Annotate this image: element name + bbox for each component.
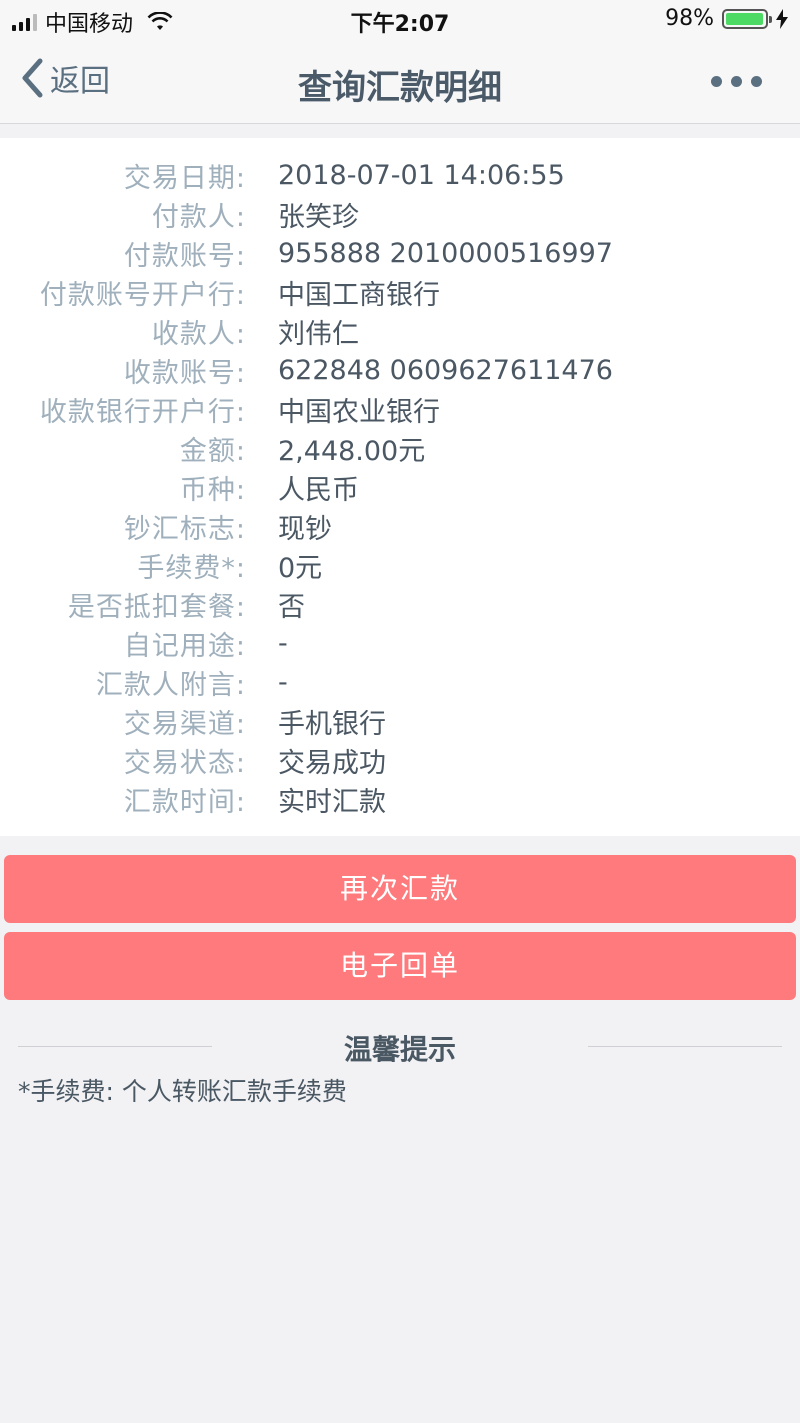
detail-value: 0元 <box>278 553 323 584</box>
remit-again-button[interactable]: 再次汇款 <box>4 855 796 923</box>
detail-value: 交易成功 <box>278 748 386 779</box>
detail-label: 交易渠道: <box>123 709 246 740</box>
detail-value: 张笑珍 <box>278 202 359 233</box>
detail-row: 收款人: 刘伟仁 <box>0 312 800 351</box>
tips-text: *手续费: 个人转账汇款手续费 <box>18 1077 347 1106</box>
detail-value: - <box>278 667 288 698</box>
navigation-bar: 返回 查询汇款明细 <box>0 40 800 124</box>
e-receipt-button[interactable]: 电子回单 <box>4 932 796 1000</box>
detail-value: 622848 0609627611476 <box>278 355 613 386</box>
battery-icon <box>722 8 772 29</box>
detail-value: 否 <box>278 592 305 623</box>
detail-row: 是否抵扣套餐: 否 <box>0 585 800 624</box>
more-dots-icon <box>711 76 722 87</box>
detail-label: 交易日期: <box>123 163 246 194</box>
detail-value: 人民币 <box>278 475 359 506</box>
charging-bolt-icon <box>776 8 788 29</box>
remittance-detail-card: 交易日期: 2018-07-01 14:06:55 付款人: 张笑珍 付款账号: 95… <box>0 138 800 836</box>
more-menu-button[interactable] <box>711 76 762 87</box>
status-right: 98% <box>665 6 788 31</box>
status-bar: 中国移动 下午2:07 98% <box>0 0 800 40</box>
detail-value: 中国农业银行 <box>278 397 440 428</box>
detail-row: 钞汇标志: 现钞 <box>0 507 800 546</box>
tips-title: 温馨提示 <box>343 1033 456 1066</box>
detail-label: 交易状态: <box>123 748 246 779</box>
detail-label: 汇款时间: <box>123 787 246 818</box>
detail-value: 中国工商银行 <box>278 280 440 311</box>
detail-label: 是否抵扣套餐: <box>67 592 246 623</box>
detail-row: 交易渠道: 手机银行 <box>0 702 800 741</box>
detail-value: 现钞 <box>278 514 332 545</box>
detail-row: 交易日期: 2018-07-01 14:06:55 <box>0 156 800 195</box>
detail-label: 钞汇标志: <box>123 514 246 545</box>
page-title: 查询汇款明细 <box>298 68 502 108</box>
detail-row: 汇款人附言: - <box>0 663 800 702</box>
detail-row: 付款账号开户行: 中国工商银行 <box>0 273 800 312</box>
detail-value: 刘伟仁 <box>278 319 359 350</box>
detail-label: 汇款人附言: <box>95 670 246 701</box>
detail-label: 付款账号开户行: <box>39 280 246 311</box>
detail-label: 收款银行开户行: <box>39 397 246 428</box>
detail-row: 自记用途: - <box>0 624 800 663</box>
detail-label: 币种: <box>179 475 246 506</box>
detail-row: 汇款时间: 实时汇款 <box>0 780 800 819</box>
detail-label: 收款人: <box>151 319 246 350</box>
detail-row: 付款人: 张笑珍 <box>0 195 800 234</box>
detail-value: 2,448.00元 <box>278 436 426 467</box>
detail-value: 手机银行 <box>278 709 386 740</box>
detail-value: 2018-07-01 14:06:55 <box>278 160 565 191</box>
detail-label: 付款账号: <box>123 241 246 272</box>
detail-value: 955888 2010000516997 <box>278 238 613 269</box>
detail-label: 金额: <box>179 436 246 467</box>
detail-value: - <box>278 628 288 659</box>
detail-label: 付款人: <box>151 202 246 233</box>
detail-value: 实时汇款 <box>278 787 386 818</box>
detail-row: 收款账号: 622848 0609627611476 <box>0 351 800 390</box>
detail-row: 金额: 2,448.00元 <box>0 429 800 468</box>
detail-row: 币种: 人民币 <box>0 468 800 507</box>
detail-row: 手续费*: 0元 <box>0 546 800 585</box>
detail-label: 收款账号: <box>123 358 246 389</box>
detail-label: 手续费*: <box>137 553 246 584</box>
detail-label: 自记用途: <box>123 631 246 662</box>
battery-percent: 98% <box>665 6 714 31</box>
tips-divider-right <box>588 1046 782 1047</box>
detail-row: 付款账号: 955888 2010000516997 <box>0 234 800 273</box>
detail-row: 交易状态: 交易成功 <box>0 741 800 780</box>
detail-row: 收款银行开户行: 中国农业银行 <box>0 390 800 429</box>
tips-header: 温馨提示 <box>0 1026 800 1066</box>
